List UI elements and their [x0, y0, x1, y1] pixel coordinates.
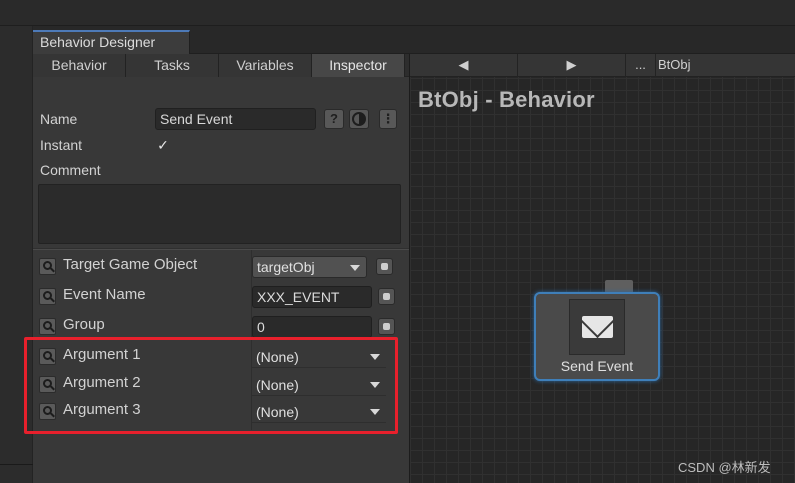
- property-row: Target Game Object targetObj: [33, 253, 409, 281]
- behavior-path-selector[interactable]: BtObj: [656, 54, 795, 77]
- group-field[interactable]: 0: [252, 316, 372, 338]
- comment-textarea[interactable]: [38, 184, 401, 244]
- graph-toolbar: ◀ ▶ ... BtObj: [410, 54, 795, 77]
- help-button[interactable]: ?: [324, 109, 344, 129]
- name-label: Name: [40, 111, 78, 127]
- highlight-box: [24, 337, 398, 434]
- toggle-icon-button[interactable]: [349, 109, 369, 129]
- instant-label: Instant: [40, 137, 83, 153]
- property-row: Event Name XXX_EVENT: [33, 283, 409, 311]
- node-label: Send Event: [560, 358, 634, 374]
- half-circle-icon: [352, 112, 366, 126]
- envelope-icon: [579, 302, 616, 339]
- magnifier-icon[interactable]: [39, 318, 56, 335]
- watermark: CSDN @林新发: [678, 460, 771, 475]
- node-input-connector[interactable]: [605, 280, 633, 292]
- send-event-node[interactable]: Send Event: [534, 292, 660, 381]
- tab-behavior[interactable]: Behavior: [33, 54, 126, 77]
- tab-variables[interactable]: Variables: [219, 54, 312, 77]
- panel-tabbar: Behavior Tasks Variables Inspector: [33, 54, 409, 77]
- shared-variable-toggle[interactable]: [378, 288, 395, 305]
- instant-checkbox[interactable]: ✓: [155, 137, 171, 153]
- property-label: Event Name: [63, 286, 146, 303]
- comment-label: Comment: [40, 162, 101, 178]
- graph-title: BtObj - Behavior: [418, 87, 595, 112]
- magnifier-icon[interactable]: [39, 288, 56, 305]
- tab-inspector[interactable]: Inspector: [312, 54, 405, 77]
- forward-button[interactable]: ▶: [518, 54, 626, 77]
- shared-variable-toggle[interactable]: [378, 318, 395, 335]
- property-label: Target Game Object: [63, 256, 198, 273]
- window-title-tab[interactable]: Behavior Designer: [33, 30, 190, 54]
- behavior-graph-canvas[interactable]: ◀ ▶ ... BtObj BtObj - Behavior Send Even…: [409, 54, 795, 483]
- property-label: Group: [63, 316, 105, 333]
- more-button[interactable]: ...: [626, 54, 656, 77]
- shared-variable-toggle[interactable]: [376, 258, 393, 275]
- magnifier-icon[interactable]: [39, 258, 56, 275]
- task-name-field[interactable]: Send Event: [155, 108, 316, 130]
- tab-tasks[interactable]: Tasks: [126, 54, 219, 77]
- event-name-field[interactable]: XXX_EVENT: [252, 286, 372, 308]
- target-game-object-select[interactable]: targetObj: [252, 256, 367, 278]
- chevron-down-icon: [350, 265, 360, 271]
- behavior-designer-window: Behavior Designer Behavior Tasks Variabl…: [24, 26, 795, 483]
- inspector-panel: Behavior Tasks Variables Inspector Name …: [24, 54, 409, 483]
- editor-topbar: [0, 0, 795, 26]
- back-button[interactable]: ◀: [410, 54, 518, 77]
- node-icon-box: [569, 299, 625, 355]
- more-menu-button[interactable]: ⋮: [379, 109, 397, 129]
